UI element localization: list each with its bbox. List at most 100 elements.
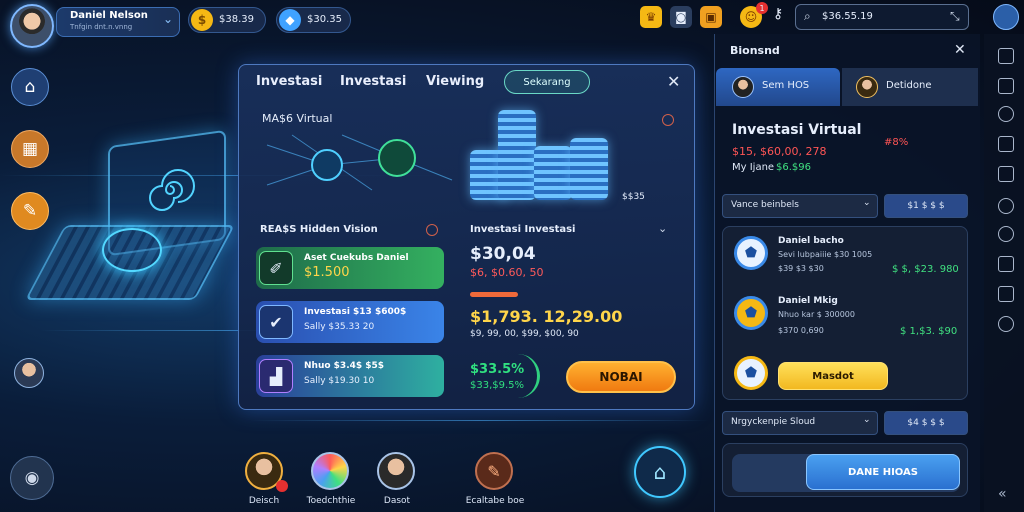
lock-icon[interactable]	[998, 256, 1014, 272]
badge-icon: ⬟	[734, 296, 768, 330]
bottom-wheel-icon[interactable]	[311, 452, 349, 490]
progress-bar	[470, 292, 518, 297]
friend-avatar[interactable]	[14, 358, 44, 388]
refresh-icon[interactable]	[998, 226, 1014, 242]
section-title: MA$6 Virtual	[262, 112, 333, 125]
user-avatar[interactable]	[10, 4, 54, 48]
home-shield-icon[interactable]: ⌂	[634, 446, 686, 498]
chat-icon[interactable]: ◉	[10, 456, 54, 500]
percent-value: $33.5%	[470, 362, 525, 377]
shield-icon: ✔	[259, 305, 293, 339]
tab-active[interactable]: Sem HOS	[716, 68, 840, 106]
search-input[interactable]: $36.55.19	[822, 11, 873, 22]
list-amount: $ $, $23. 980	[892, 264, 959, 275]
info-icon[interactable]	[426, 224, 438, 236]
window-icon[interactable]	[998, 78, 1014, 94]
my-label: My Ijane	[732, 162, 775, 173]
dropdown-label: Nrgyckenpie Sloud	[731, 417, 816, 427]
tab-investasi[interactable]: Investasi	[256, 74, 322, 89]
percent-sub: $33,$9.5%	[470, 380, 525, 391]
help-icon[interactable]	[998, 316, 1014, 332]
stack-label: $$35	[622, 192, 645, 202]
tab-sekarang[interactable]: Sekarang	[504, 70, 590, 94]
list-amount: $ 1,$3. $90	[900, 326, 958, 337]
filter-button[interactable]: $4 $ $ $	[884, 411, 968, 435]
shield-icon: ⬟	[734, 236, 768, 270]
home-icon[interactable]	[998, 136, 1014, 152]
gold-value: $38.39	[219, 14, 254, 25]
category-dropdown[interactable]: Nrgyckenpie Sloud ⌄	[722, 411, 878, 435]
chevron-down-icon[interactable]: ⌄	[163, 12, 173, 26]
chevron-down-icon[interactable]: ⌄	[658, 222, 667, 235]
home-icon[interactable]: ⌂	[11, 68, 49, 106]
card-aset[interactable]: ✐ Aset Cuekubs Daniel $1.500	[256, 247, 444, 289]
clock-icon[interactable]	[998, 198, 1014, 214]
camera-icon[interactable]: ◙	[670, 6, 692, 28]
avatar	[856, 76, 878, 98]
panel-title: Investasi Virtual	[732, 122, 862, 138]
dropdown-label: Vance beinbels	[731, 200, 799, 210]
info-icon[interactable]	[662, 114, 674, 126]
settings-icon[interactable]	[998, 48, 1014, 64]
globe-icon[interactable]	[998, 106, 1014, 122]
package-icon[interactable]: ▦	[11, 130, 49, 168]
tab-label: Detidone	[886, 80, 932, 91]
card-sub: Sally $19.30 10	[304, 376, 375, 386]
buy-button[interactable]: NOBAI	[566, 361, 676, 393]
search-icon: ⌕	[804, 9, 811, 23]
bottom-avatar[interactable]	[377, 452, 415, 490]
chevron-down-icon: ⌄	[863, 198, 871, 208]
document-icon[interactable]	[998, 286, 1014, 302]
list-sub: Nhuo kar $ 300000	[778, 310, 855, 319]
close-icon[interactable]: ✕	[667, 72, 680, 91]
card-value: $1.500	[304, 265, 350, 280]
status-badge	[276, 480, 288, 492]
card-sub: Sally $35.33 20	[304, 322, 375, 332]
value-sub: $6, $0.60, 50	[470, 266, 544, 279]
tab-investasi-2[interactable]: Investasi	[340, 74, 406, 89]
sort-dropdown[interactable]: Vance beinbels ⌄	[722, 194, 878, 218]
spiral-icon	[149, 169, 195, 211]
tab-inactive[interactable]: Detidone	[842, 68, 978, 106]
card-investasi[interactable]: ✔ Investasi $13 $600$ Sally $35.33 20	[256, 301, 444, 343]
card-title: Aset Cuekubs Daniel	[304, 253, 409, 263]
filter-button[interactable]: $1 $ $ $	[884, 194, 968, 218]
list-title: Daniel bacho	[778, 236, 844, 246]
gold-balance[interactable]: $ $38.39	[188, 7, 266, 33]
chevron-down-icon: ⌄	[863, 415, 871, 425]
expand-icon[interactable]: ⤡	[950, 9, 960, 24]
panel-header: Bionsnd	[730, 44, 780, 57]
bottom-label[interactable]: Ecaltabe boe	[455, 496, 535, 506]
background-line	[250, 420, 710, 421]
gem-value: $30.35	[307, 14, 342, 25]
panel-value: $15, $60,00, 278	[732, 145, 827, 158]
shield-icon: ⬟	[734, 356, 768, 390]
gem-icon: ◆	[279, 9, 301, 31]
close-icon[interactable]: ✕	[954, 42, 966, 58]
confirm-button[interactable]: DANE HIOAS	[806, 454, 960, 490]
hologram-ring	[102, 228, 162, 272]
card-nhuo[interactable]: ▟ Nhuo $3.4$ $5$ Sally $19.30 10	[256, 355, 444, 397]
tab-label: Sem HOS	[762, 80, 810, 91]
collapse-icon[interactable]: «	[998, 486, 1007, 502]
gold-coin-icon: $	[191, 9, 213, 31]
search-bar[interactable]: ⌕ $36.55.19 ⤡	[795, 4, 969, 30]
key-icon[interactable]: ⚷	[773, 6, 783, 22]
trophy-icon[interactable]: ♛	[640, 6, 662, 28]
profile-subtitle: Tnfgin dnt.n.vnng	[70, 23, 133, 31]
list-action-button[interactable]: Masdot	[778, 362, 888, 390]
card-title: Investasi $13 $600$	[304, 307, 407, 317]
wallet-icon: ✐	[259, 251, 293, 285]
value-big: $1,793. 12,29.00	[470, 307, 623, 326]
notification-badge: 1	[756, 2, 768, 14]
gift-icon[interactable]: ▣	[700, 6, 722, 28]
profile-icon[interactable]	[993, 4, 1019, 30]
gem-balance[interactable]: ◆ $30.35	[276, 7, 351, 33]
network-illustration	[266, 134, 453, 191]
edit-icon[interactable]: ✎	[11, 192, 49, 230]
avatar	[732, 76, 754, 98]
tab-viewing[interactable]: Viewing	[426, 74, 484, 89]
bottom-label[interactable]: Dasot	[357, 496, 437, 506]
bottom-tool-icon[interactable]: ✎	[475, 452, 513, 490]
list-icon[interactable]	[998, 166, 1014, 182]
